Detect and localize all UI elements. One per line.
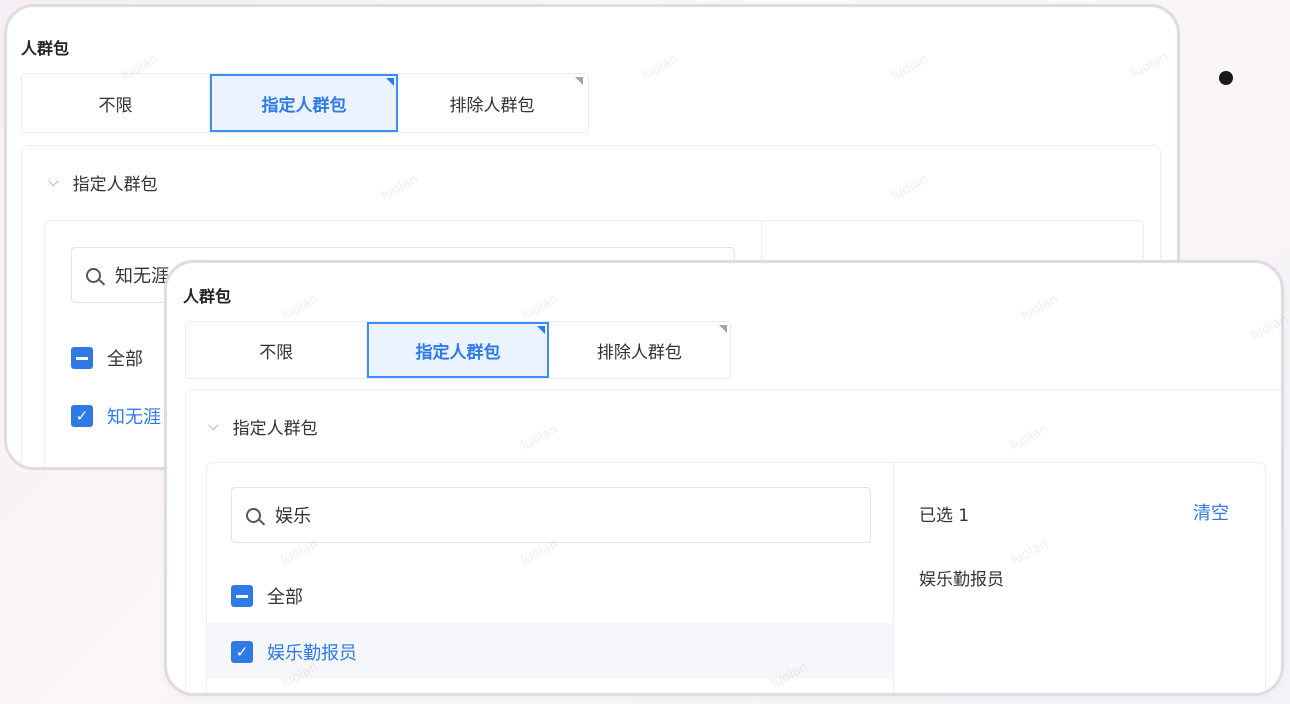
tab-excluded[interactable]: 排除人群包 (398, 74, 586, 132)
search-icon (86, 267, 101, 283)
list-item-label: 知无涯 (107, 407, 161, 428)
bullet-dot (1219, 71, 1233, 85)
tab-corner-icon (575, 77, 583, 85)
audience-tabs: 不限 指定人群包 排除人群包 (185, 321, 731, 379)
tab-specified[interactable]: 指定人群包 (210, 74, 398, 132)
section-title: 人群包 (183, 287, 232, 306)
check-all-label: 全部 (267, 587, 303, 608)
section-title: 人群包 (21, 39, 70, 58)
checkbox-indeterminate-icon[interactable] (231, 585, 253, 607)
collapse-panel: ⌵ 指定人群包 全部 ✓ 娱乐勤报员 已选 1 清空 娱乐勤报员 (185, 389, 1281, 693)
chevron-down-icon: ⌵ (48, 173, 59, 190)
tab-label: 不限 (98, 95, 133, 116)
collapse-title: 指定人群包 (232, 419, 318, 439)
tab-corner-icon (386, 78, 394, 86)
collapse-header[interactable]: ⌵ 指定人群包 (48, 170, 158, 196)
check-all-row[interactable]: 全部 (231, 583, 303, 609)
clear-button[interactable]: 清空 (1193, 499, 1229, 525)
tab-corner-icon (719, 325, 727, 333)
tab-label: 排除人群包 (449, 95, 535, 116)
collapse-title: 指定人群包 (72, 175, 158, 195)
chevron-down-icon: ⌵ (208, 417, 219, 434)
list-item[interactable]: ✓ 知无涯 (71, 403, 161, 429)
selected-count: 已选 1 (919, 506, 970, 526)
checkbox-checked-icon[interactable]: ✓ (71, 405, 93, 427)
list-item-label: 娱乐勤报员 (267, 643, 357, 664)
transfer-divider (893, 463, 894, 693)
tab-label: 排除人群包 (596, 342, 682, 363)
checkbox-indeterminate-icon[interactable] (71, 347, 93, 369)
search-field[interactable] (231, 487, 871, 543)
tab-excluded[interactable]: 排除人群包 (549, 322, 730, 378)
collapse-header[interactable]: ⌵ 指定人群包 (208, 414, 318, 440)
tab-specified[interactable]: 指定人群包 (367, 322, 549, 378)
list-item[interactable]: ✓ 娱乐勤报员 (231, 639, 357, 665)
selected-item: 娱乐勤报员 (919, 570, 1004, 590)
tab-corner-icon (536, 326, 545, 334)
tab-unlimited[interactable]: 不限 (186, 322, 368, 378)
check-all-row[interactable]: 全部 (71, 345, 143, 371)
search-input[interactable] (273, 503, 677, 527)
checkbox-checked-icon[interactable]: ✓ (231, 641, 253, 663)
search-icon (246, 507, 261, 523)
tab-label: 指定人群包 (415, 342, 501, 363)
audience-card-front: 人群包 不限 指定人群包 排除人群包 ⌵ 指定人群包 全部 ✓ 娱乐勤报员 (164, 260, 1284, 696)
check-all-label: 全部 (107, 349, 143, 370)
audience-tabs: 不限 指定人群包 排除人群包 (21, 73, 589, 133)
tab-label: 指定人群包 (261, 95, 347, 116)
tab-label: 不限 (259, 342, 294, 363)
transfer-box: 全部 ✓ 娱乐勤报员 已选 1 清空 娱乐勤报员 (206, 462, 1266, 693)
tab-unlimited[interactable]: 不限 (22, 74, 210, 132)
